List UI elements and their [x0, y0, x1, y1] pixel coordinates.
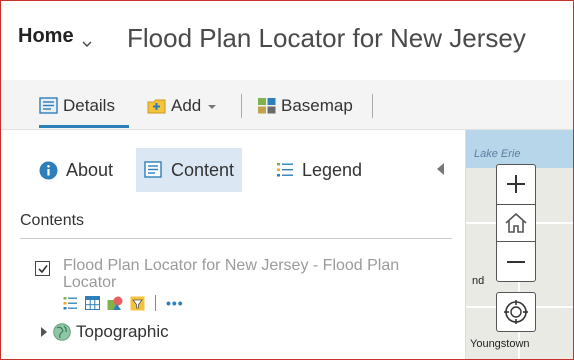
- home-menu[interactable]: Home: [18, 25, 92, 48]
- layer-item-basemap[interactable]: Topographic: [41, 322, 169, 342]
- tab-content-label: Content: [171, 159, 235, 180]
- toolbar: Details Add Basemap: [1, 80, 573, 130]
- map-view[interactable]: Lake Erie nd Youngstown: [465, 130, 573, 359]
- chevron-down-icon: [207, 96, 221, 116]
- details-icon: [39, 97, 58, 114]
- basemap-icon: [258, 98, 276, 114]
- toolbar-divider: [372, 94, 373, 118]
- zoom-out-icon[interactable]: [497, 243, 535, 281]
- contents-heading: Contents: [20, 212, 85, 229]
- chevron-down-icon: [82, 32, 92, 47]
- details-label: Details: [63, 96, 115, 115]
- checkbox-icon[interactable]: [35, 261, 50, 276]
- title-bar: Home Flood Plan Locator for New Jersey: [1, 1, 573, 80]
- layer-tools: •••: [63, 295, 184, 311]
- tab-about[interactable]: About: [39, 148, 113, 192]
- locate-icon[interactable]: [496, 292, 536, 332]
- expand-icon[interactable]: [41, 327, 47, 337]
- zoom-controls: [496, 164, 536, 282]
- legend-icon[interactable]: [63, 296, 78, 311]
- table-icon[interactable]: [85, 296, 100, 310]
- app-frame: Home Flood Plan Locator for New Jersey D…: [0, 0, 574, 360]
- collapse-icon[interactable]: [437, 163, 444, 175]
- tab-legend-label: Legend: [302, 159, 363, 180]
- tab-about-label: About: [66, 159, 114, 180]
- toolbar-divider: [241, 94, 242, 118]
- map-label-youngstown: Youngstown: [470, 338, 530, 350]
- globe-icon: [53, 323, 71, 341]
- content-icon: [144, 161, 162, 178]
- map-label-place: nd: [472, 275, 485, 287]
- filter-icon[interactable]: [130, 296, 145, 311]
- tab-content[interactable]: Content: [136, 148, 243, 192]
- add-icon: [147, 99, 166, 114]
- add-label: Add: [171, 96, 202, 115]
- basemap-label: Basemap: [281, 96, 353, 115]
- divider: [20, 238, 452, 239]
- basemap-layer-label: Topographic: [76, 322, 169, 341]
- details-button[interactable]: Details: [39, 96, 115, 116]
- tab-legend[interactable]: Legend: [276, 148, 362, 192]
- basemap-button[interactable]: Basemap: [257, 96, 353, 116]
- panel-tabs: About Content Legend: [1, 148, 465, 192]
- home-icon[interactable]: [497, 204, 535, 242]
- layer-name[interactable]: Flood Plan Locator for New Jersey - Floo…: [63, 257, 433, 291]
- zoom-in-icon[interactable]: [497, 165, 535, 203]
- map-label-lake: Lake Erie: [474, 148, 521, 160]
- add-button[interactable]: Add: [147, 96, 221, 116]
- home-label: Home: [18, 25, 74, 47]
- info-icon: [39, 161, 58, 179]
- styles-icon[interactable]: [107, 296, 123, 311]
- tools-divider: [155, 295, 156, 311]
- details-panel: About Content Legend Contents Flood Plan…: [1, 130, 465, 359]
- page-title: Flood Plan Locator for New Jersey: [127, 23, 526, 53]
- details-active-indicator: [39, 125, 129, 128]
- more-options-icon[interactable]: •••: [166, 295, 184, 311]
- legend-icon: [277, 163, 293, 177]
